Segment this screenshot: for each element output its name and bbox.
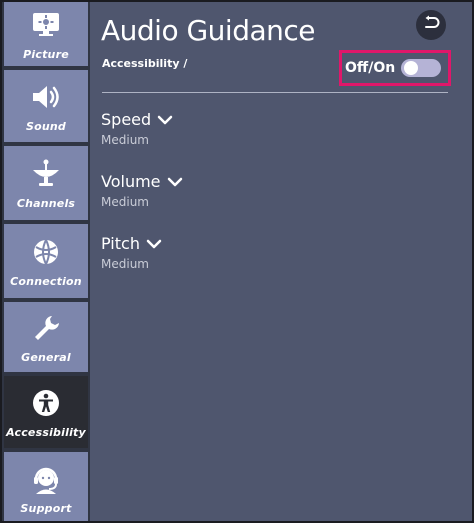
setting-value: Medium bbox=[101, 133, 149, 147]
sidebar-item-label: Accessibility bbox=[6, 425, 86, 439]
page-title: Audio Guidance bbox=[101, 14, 316, 47]
sidebar-item-label: Picture bbox=[23, 47, 69, 61]
accessibility-icon bbox=[29, 386, 63, 420]
setting-name: Pitch bbox=[101, 234, 140, 253]
chevron-down-icon bbox=[146, 239, 162, 249]
setting-name: Speed bbox=[101, 110, 152, 129]
setting-speed[interactable]: Speed Medium bbox=[101, 110, 173, 147]
sidebar-item-picture[interactable]: Picture bbox=[4, 2, 88, 66]
sidebar-item-label: Connection bbox=[10, 274, 82, 288]
setting-value: Medium bbox=[101, 257, 149, 271]
sidebar-item-general[interactable]: General bbox=[4, 302, 88, 372]
audio-guidance-panel: Audio Guidance Accessibility / Off/On Sp… bbox=[94, 2, 472, 521]
sidebar-item-support[interactable]: Support bbox=[4, 452, 88, 521]
settings-sidebar: Picture Sound Channels Connection Genera… bbox=[2, 2, 90, 521]
toggle-switch[interactable] bbox=[401, 59, 442, 77]
satellite-dish-icon bbox=[29, 157, 63, 191]
back-arrow-icon bbox=[422, 15, 440, 35]
chevron-down-icon bbox=[157, 115, 173, 125]
sidebar-item-accessibility[interactable]: Accessibility bbox=[4, 376, 88, 448]
audio-guidance-toggle[interactable]: Off/On bbox=[339, 50, 451, 86]
breadcrumb: Accessibility / bbox=[102, 57, 188, 70]
support-agent-icon bbox=[29, 462, 63, 496]
setting-pitch[interactable]: Pitch Medium bbox=[101, 234, 162, 271]
monitor-icon bbox=[29, 8, 63, 42]
header-divider bbox=[102, 92, 448, 93]
toggle-knob bbox=[404, 61, 419, 75]
sidebar-item-sound[interactable]: Sound bbox=[4, 70, 88, 142]
toggle-label: Off/On bbox=[345, 60, 396, 76]
setting-volume[interactable]: Volume Medium bbox=[101, 172, 183, 209]
sidebar-item-label: Sound bbox=[25, 119, 66, 133]
sidebar-item-label: General bbox=[21, 350, 71, 364]
chevron-down-icon bbox=[167, 177, 183, 187]
back-button[interactable] bbox=[416, 10, 446, 40]
tv-settings-screen: Picture Sound Channels Connection Genera… bbox=[0, 0, 474, 523]
setting-value: Medium bbox=[101, 195, 149, 209]
sidebar-item-label: Support bbox=[20, 502, 72, 515]
sidebar-item-connection[interactable]: Connection bbox=[4, 224, 88, 298]
speaker-icon bbox=[29, 80, 63, 114]
wrench-icon bbox=[29, 311, 63, 345]
setting-name: Volume bbox=[101, 172, 161, 191]
sidebar-item-channels[interactable]: Channels bbox=[4, 146, 88, 220]
globe-icon bbox=[29, 235, 63, 269]
sidebar-item-label: Channels bbox=[16, 196, 76, 210]
